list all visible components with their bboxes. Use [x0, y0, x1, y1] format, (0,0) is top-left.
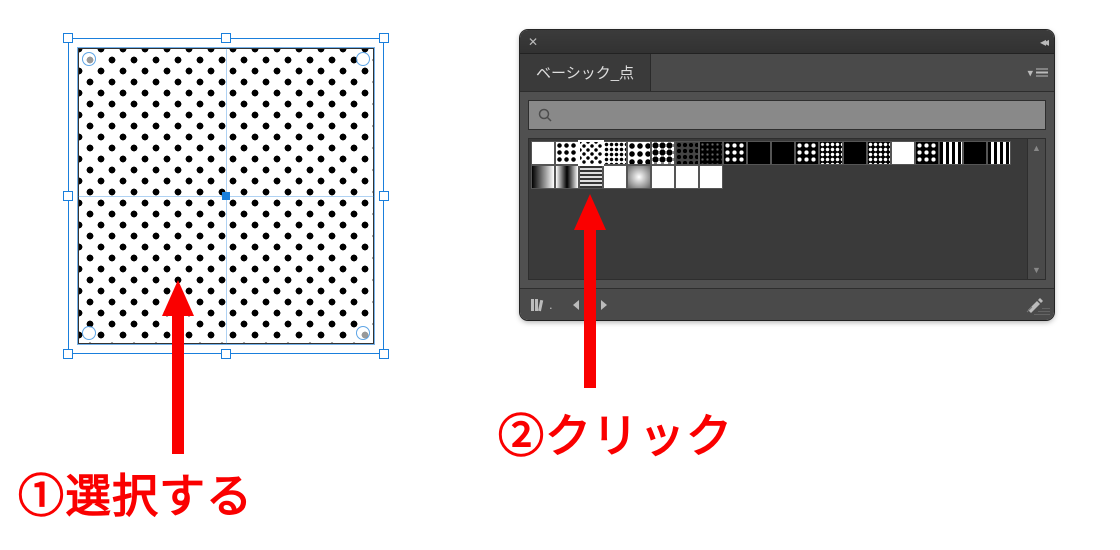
resize-handle-tr[interactable]: [379, 33, 389, 43]
swatch-grid: [529, 139, 1045, 279]
panel-menu-button[interactable]: ▾: [1027, 66, 1048, 79]
library-icon: [530, 297, 548, 313]
resize-handle-l[interactable]: [63, 191, 73, 201]
swatch-dot-on-black[interactable]: [723, 141, 747, 165]
swatch-dot-staggered-small[interactable]: [579, 141, 603, 165]
swatch-dot-large[interactable]: [627, 141, 651, 165]
collapse-icon[interactable]: ◂◂: [1040, 35, 1046, 49]
swatch-black[interactable]: [747, 141, 771, 165]
swatch-black-4[interactable]: [963, 141, 987, 165]
next-swatch-icon: [599, 299, 609, 311]
resize-grip[interactable]: [1034, 305, 1050, 317]
tab-basic-dots[interactable]: ベーシック_点: [520, 54, 651, 91]
swatch-inverse-heavy[interactable]: [915, 141, 939, 165]
center-point[interactable]: [222, 192, 230, 200]
search-input[interactable]: [559, 107, 1037, 123]
swatch-inverse-dot-large[interactable]: [795, 141, 819, 165]
tab-label: ベーシック_点: [536, 62, 634, 83]
swatch-dot-heavy[interactable]: [651, 141, 675, 165]
swatch-blank-3[interactable]: [699, 165, 723, 189]
search-icon: [537, 107, 553, 123]
swatch-gradient-radial[interactable]: [627, 165, 651, 189]
swatch-black-3[interactable]: [843, 141, 867, 165]
swatch-blank-2[interactable]: [675, 165, 699, 189]
swatch-white-2[interactable]: [891, 141, 915, 165]
prev-swatch-icon: [571, 299, 581, 311]
swatch-inverse-dense[interactable]: [867, 141, 891, 165]
selected-polka-dot-object[interactable]: [68, 38, 384, 354]
scroll-down-icon[interactable]: ▼: [1032, 265, 1041, 275]
library-menu-button[interactable]: .: [530, 297, 553, 313]
swatch-search[interactable]: [528, 100, 1046, 130]
canvas: [68, 38, 384, 354]
resize-handle-r[interactable]: [379, 191, 389, 201]
swatch-gradient-lr[interactable]: [531, 165, 555, 189]
dropdown-caret-icon: .: [549, 297, 553, 312]
annotation-label-1: ①選択する: [18, 460, 253, 526]
scroll-up-icon[interactable]: ▲: [1032, 143, 1041, 153]
panel-footer: .: [520, 288, 1054, 320]
swatch-dot-dark[interactable]: [675, 141, 699, 165]
swatch-dot-on-black-small[interactable]: [699, 141, 723, 165]
resize-handle-br[interactable]: [379, 349, 389, 359]
swatch-dot-dense[interactable]: [603, 141, 627, 165]
annotation-label-2: ②クリック: [498, 400, 733, 466]
swatches-panel: ✕ ◂◂ ベーシック_点 ▾ ▲ ▼: [520, 30, 1054, 320]
swatch-blank-1[interactable]: [651, 165, 675, 189]
resize-handle-bl[interactable]: [63, 349, 73, 359]
menu-triangle-icon: ▾: [1027, 66, 1033, 79]
swatch-black-2[interactable]: [771, 141, 795, 165]
close-icon[interactable]: ✕: [528, 36, 538, 48]
swatch-inverse-dot-small[interactable]: [819, 141, 843, 165]
swatch-dot-sparse[interactable]: [555, 141, 579, 165]
swatch-stripe-vertical[interactable]: [939, 141, 963, 165]
prev-swatch-button[interactable]: [571, 299, 581, 311]
panel-tabbar: ベーシック_点 ▾: [520, 54, 1054, 92]
swatch-white[interactable]: [531, 141, 555, 165]
swatch-horizontal-lines[interactable]: [579, 165, 603, 189]
panel-menu-icon: [1036, 68, 1048, 77]
swatch-gradient-center[interactable]: [555, 165, 579, 189]
panel-body: ▲ ▼: [520, 92, 1054, 288]
swatch-gradient-white[interactable]: [603, 165, 627, 189]
scrollbar: ▲ ▼: [1027, 139, 1045, 279]
swatch-stripe-vertical-2[interactable]: [987, 141, 1011, 165]
resize-handle-tl[interactable]: [63, 33, 73, 43]
panel-titlebar[interactable]: ✕ ◂◂: [520, 30, 1054, 54]
resize-handle-b[interactable]: [221, 349, 231, 359]
resize-handle-t[interactable]: [221, 33, 231, 43]
next-swatch-button[interactable]: [599, 299, 609, 311]
